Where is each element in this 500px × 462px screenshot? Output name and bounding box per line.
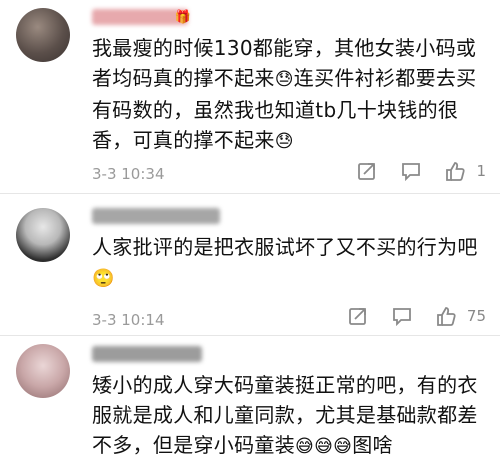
share-icon[interactable] (356, 160, 378, 182)
avatar[interactable] (16, 344, 70, 398)
comment-item (0, 194, 500, 336)
comment-text: 我最瘦的时候130都能穿，其他女装小码或者均码真的撑不起来😓连买件衬衫都要去买有… (92, 33, 486, 157)
like-control[interactable]: 1 (444, 160, 486, 182)
username-blurred[interactable] (92, 346, 202, 362)
username-blurred[interactable] (92, 208, 220, 224)
like-count: 1 (476, 162, 486, 180)
comment-item (0, 336, 500, 460)
sweat-emoji: 😓 (274, 69, 294, 90)
avatar[interactable] (16, 208, 70, 262)
timestamp: 3-3 10:34 (92, 165, 165, 183)
thumbs-up-icon[interactable] (444, 160, 466, 182)
comment-icon[interactable] (400, 160, 422, 182)
sweat-emoji: 😓 (274, 131, 294, 152)
comment-actions: 1 (356, 160, 486, 182)
